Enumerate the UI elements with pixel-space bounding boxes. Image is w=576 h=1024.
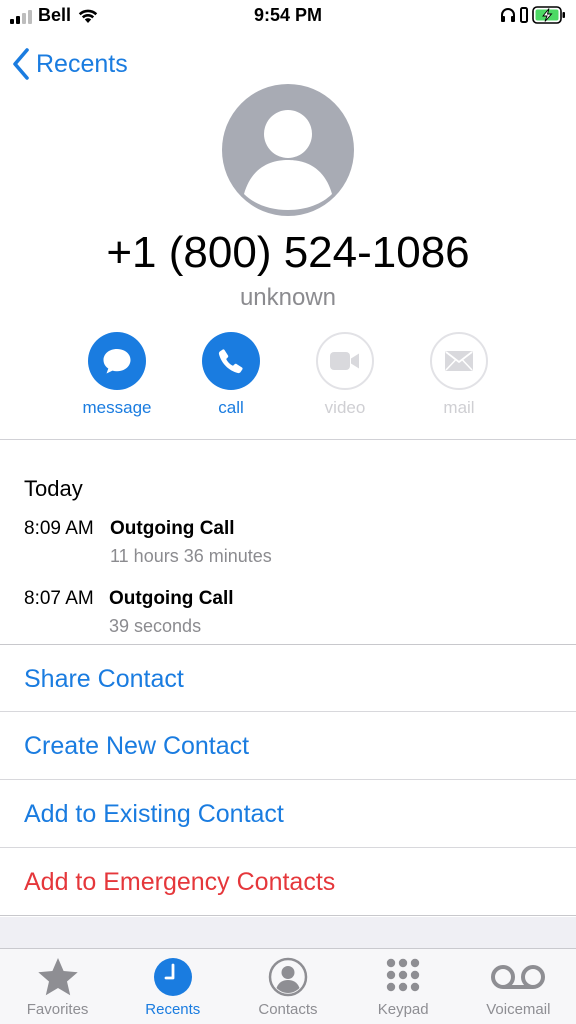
tab-keypad[interactable]: Keypad [346,949,461,1024]
tab-contacts-label: Contacts [258,1001,318,1018]
video-button-label: video [324,398,366,417]
number-label: unknown [239,284,337,311]
call-history-day: Today [24,476,83,501]
tab-bar: Favorites Recents Contacts Keypad Voicem… [0,948,576,1024]
tab-voicemail-label: Voicemail [486,1001,551,1018]
call-type: Outgoing Call [109,588,234,609]
message-button-circle[interactable] [88,332,146,390]
share-contact-label: Share Contact [24,665,184,693]
chevron-left-icon [13,48,29,80]
add-to-existing-contact-label: Add to Existing Contact [24,800,284,828]
call-button[interactable]: call [174,332,288,418]
call-time: 8:07 AM [24,588,94,609]
contact-options-list: Share Contact Create New Contact Add to … [0,644,576,916]
share-contact-button[interactable]: Share Contact [0,644,576,712]
person-icon [268,957,308,997]
orientation-lock-icon [520,7,528,23]
tab-favorites[interactable]: Favorites [0,949,115,1024]
add-to-emergency-contacts-label: Add to Emergency Contacts [24,868,336,896]
tab-recents-label: Recents [145,1001,201,1018]
video-icon [330,352,359,370]
call-type: Outgoing Call [110,518,235,539]
clock-icon [153,958,192,996]
mail-icon [445,351,473,371]
tab-recents[interactable]: Recents [115,949,230,1024]
call-button-circle[interactable] [202,332,260,390]
create-new-contact-label: Create New Contact [24,732,250,760]
tab-favorites-label: Favorites [26,1001,89,1018]
call-history-row: 8:07 AM Outgoing Call 39 seconds [24,588,544,648]
section-divider [0,439,576,440]
tab-voicemail[interactable]: Voicemail [461,949,576,1024]
call-button-label: call [218,398,244,417]
add-to-emergency-contacts-button[interactable]: Add to Emergency Contacts [0,848,576,916]
phone-number: +1 (800) 524-1086 [106,228,470,277]
add-to-existing-contact-button[interactable]: Add to Existing Contact [0,780,576,848]
call-duration: 11 hours 36 minutes [110,546,272,566]
create-new-contact-button[interactable]: Create New Contact [0,712,576,780]
back-button[interactable]: Recents [12,48,128,80]
call-history-row: 8:09 AM Outgoing Call 11 hours 36 minute… [24,518,544,578]
video-button-circle[interactable] [316,332,374,390]
battery-charging-icon [532,6,565,24]
call-duration: 39 seconds [109,616,202,636]
message-button[interactable]: message [60,332,174,418]
mail-button-circle[interactable] [430,332,488,390]
status-bar-time: 9:54 PM [253,5,323,25]
person-silhouette-icon [244,110,332,210]
list-footer-background [0,917,576,948]
message-icon [103,349,131,374]
voicemail-icon [491,965,546,989]
status-bar-right [500,6,566,24]
call-time: 8:09 AM [24,518,94,539]
contact-avatar [222,84,354,216]
video-button[interactable]: video [288,332,402,418]
mail-button-label: mail [443,398,475,417]
status-bar: Bell 9:54 PM [0,0,576,32]
keypad-icon [386,958,420,992]
headphones-icon [501,8,515,22]
tab-keypad-label: Keypad [377,1001,429,1018]
phone-icon [218,349,243,374]
message-button-label: message [82,398,152,417]
mail-button[interactable]: mail [402,332,516,418]
back-button-label: Recents [36,49,128,78]
star-icon [37,958,78,996]
tab-contacts[interactable]: Contacts [230,949,345,1024]
action-buttons: message call video mail [60,332,516,422]
